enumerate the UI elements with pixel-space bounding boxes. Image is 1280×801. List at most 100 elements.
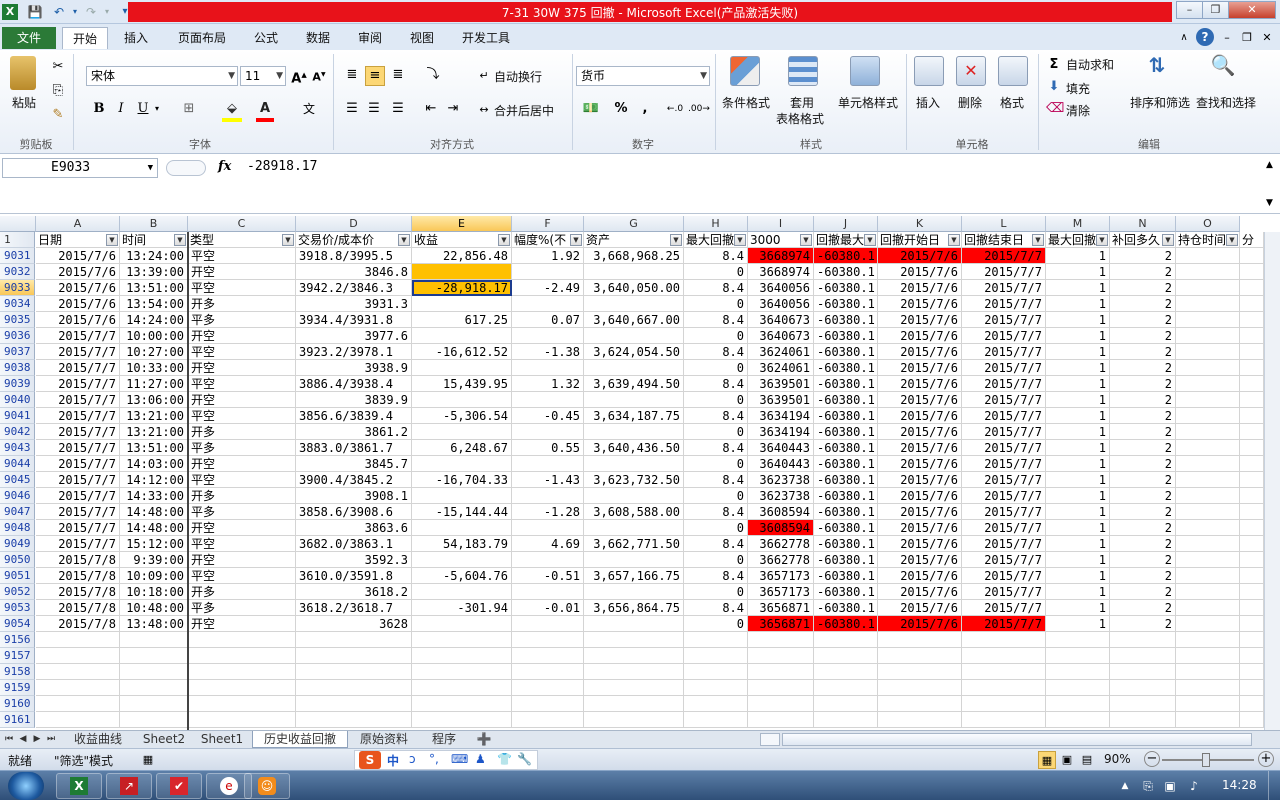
cell-o-9035[interactable]	[1176, 312, 1240, 328]
cell-p-9033[interactable]	[1240, 280, 1264, 296]
row-header[interactable]: 9034	[0, 296, 35, 312]
cell-f-9033[interactable]: -2.49	[512, 280, 584, 296]
cell-k-9039[interactable]: 2015/7/6	[878, 376, 962, 392]
cell-n-9038[interactable]: 2	[1110, 360, 1176, 376]
cell-j-9045[interactable]: -60380.1	[814, 472, 878, 488]
header-cell[interactable]: 持仓时间 ▼	[1176, 232, 1240, 248]
empty-cell[interactable]	[748, 696, 814, 712]
cell-p-9037[interactable]	[1240, 344, 1264, 360]
cell-o-9043[interactable]	[1176, 440, 1240, 456]
format-as-table-button[interactable]: 套用	[790, 94, 814, 111]
cell-j-9035[interactable]: -60380.1	[814, 312, 878, 328]
empty-cell[interactable]	[412, 648, 512, 664]
cell-f-9045[interactable]: -1.43	[512, 472, 584, 488]
taskbar-app-3[interactable]: ✔	[156, 773, 202, 799]
new-sheet-icon[interactable]: ➕	[474, 731, 494, 748]
format-as-table-icon[interactable]	[788, 56, 818, 86]
cell-e-9043[interactable]: 6,248.67	[412, 440, 512, 456]
cell-b-9031[interactable]: 13:24:00	[120, 248, 188, 264]
cell-o-9037[interactable]	[1176, 344, 1240, 360]
column-header-J[interactable]: J	[814, 216, 878, 232]
cell-h-9041[interactable]: 8.4	[684, 408, 748, 424]
empty-cell[interactable]	[584, 632, 684, 648]
cell-g-9032[interactable]	[584, 264, 684, 280]
column-header-O[interactable]: O	[1176, 216, 1240, 232]
cell-j-9047[interactable]: -60380.1	[814, 504, 878, 520]
cell-n-9054[interactable]: 2	[1110, 616, 1176, 632]
align-left-icon[interactable]: ☰	[343, 100, 361, 118]
cell-a-9046[interactable]: 2015/7/7	[36, 488, 120, 504]
cell-d-9051[interactable]: 3610.0/3591.8	[296, 568, 412, 584]
fill-button[interactable]: 填充	[1066, 80, 1090, 97]
close-button[interactable]: ✕	[1228, 1, 1276, 19]
column-header-N[interactable]: N	[1110, 216, 1176, 232]
row-header[interactable]: 9160	[0, 696, 35, 712]
cell-b-9035[interactable]: 14:24:00	[120, 312, 188, 328]
wrap-text-icon[interactable]: ↵	[476, 67, 492, 85]
page-layout-view-icon[interactable]: ▣	[1058, 751, 1076, 769]
cell-b-9053[interactable]: 10:48:00	[120, 600, 188, 616]
cell-m-9050[interactable]: 1	[1046, 552, 1110, 568]
cell-p-9048[interactable]	[1240, 520, 1264, 536]
ime-toolbar[interactable]: S 中 ɔ °, ⌨ ♟ 👕 🔧	[354, 750, 538, 770]
paste-button[interactable]: 粘贴	[12, 94, 36, 111]
page-break-view-icon[interactable]: ▤	[1078, 751, 1096, 769]
row-header[interactable]: 9042	[0, 424, 35, 440]
cell-n-9032[interactable]: 2	[1110, 264, 1176, 280]
row-header[interactable]: 9048	[0, 520, 35, 536]
empty-cell[interactable]	[1110, 632, 1176, 648]
empty-cell[interactable]	[814, 696, 878, 712]
cell-l-9040[interactable]: 2015/7/7	[962, 392, 1046, 408]
align-center-icon[interactable]: ☰	[365, 100, 383, 118]
cell-m-9046[interactable]: 1	[1046, 488, 1110, 504]
cell-j-9037[interactable]: -60380.1	[814, 344, 878, 360]
empty-cell[interactable]	[120, 664, 188, 680]
cell-f-9041[interactable]: -0.45	[512, 408, 584, 424]
empty-cell[interactable]	[962, 680, 1046, 696]
cell-g-9049[interactable]: 3,662,771.50	[584, 536, 684, 552]
empty-cell[interactable]	[1240, 648, 1264, 664]
cell-i-9051[interactable]: 3657173	[748, 568, 814, 584]
row-header[interactable]: 9039	[0, 376, 35, 392]
row-header[interactable]: 9041	[0, 408, 35, 424]
align-right-icon[interactable]: ☰	[389, 100, 407, 118]
cell-l-9039[interactable]: 2015/7/7	[962, 376, 1046, 392]
empty-cell[interactable]	[1240, 632, 1264, 648]
empty-cell[interactable]	[1046, 712, 1110, 728]
zoom-slider-thumb[interactable]	[1202, 753, 1210, 767]
header-cell[interactable]: 幅度%(不 ▼	[512, 232, 584, 248]
cell-a-9052[interactable]: 2015/7/8	[36, 584, 120, 600]
cell-k-9040[interactable]: 2015/7/6	[878, 392, 962, 408]
cell-d-9046[interactable]: 3908.1	[296, 488, 412, 504]
empty-cell[interactable]	[1240, 712, 1264, 728]
empty-cell[interactable]	[296, 648, 412, 664]
cell-j-9038[interactable]: -60380.1	[814, 360, 878, 376]
cell-n-9047[interactable]: 2	[1110, 504, 1176, 520]
cell-o-9051[interactable]	[1176, 568, 1240, 584]
cell-b-9037[interactable]: 10:27:00	[120, 344, 188, 360]
cell-f-9048[interactable]	[512, 520, 584, 536]
cell-n-9052[interactable]: 2	[1110, 584, 1176, 600]
empty-cell[interactable]	[814, 648, 878, 664]
empty-cell[interactable]	[512, 696, 584, 712]
empty-cell[interactable]	[878, 680, 962, 696]
empty-cell[interactable]	[1046, 664, 1110, 680]
cell-e-9032[interactable]	[412, 264, 512, 280]
empty-cell[interactable]	[412, 696, 512, 712]
tab-file[interactable]: 文件	[2, 27, 56, 49]
cell-l-9047[interactable]: 2015/7/7	[962, 504, 1046, 520]
empty-cell[interactable]	[36, 632, 120, 648]
cell-i-9039[interactable]: 3639501	[748, 376, 814, 392]
prev-sheet-icon[interactable]: ◀	[18, 731, 28, 748]
cell-p-9051[interactable]	[1240, 568, 1264, 584]
cell-a-9040[interactable]: 2015/7/7	[36, 392, 120, 408]
cell-i-9031[interactable]: 3668974	[748, 248, 814, 264]
cell-m-9044[interactable]: 1	[1046, 456, 1110, 472]
cell-n-9051[interactable]: 2	[1110, 568, 1176, 584]
number-format-combo[interactable]: 货币 ▼	[576, 66, 710, 86]
cell-a-9037[interactable]: 2015/7/7	[36, 344, 120, 360]
cell-e-9049[interactable]: 54,183.79	[412, 536, 512, 552]
cell-j-9044[interactable]: -60380.1	[814, 456, 878, 472]
empty-cell[interactable]	[1046, 696, 1110, 712]
cell-g-9046[interactable]	[584, 488, 684, 504]
